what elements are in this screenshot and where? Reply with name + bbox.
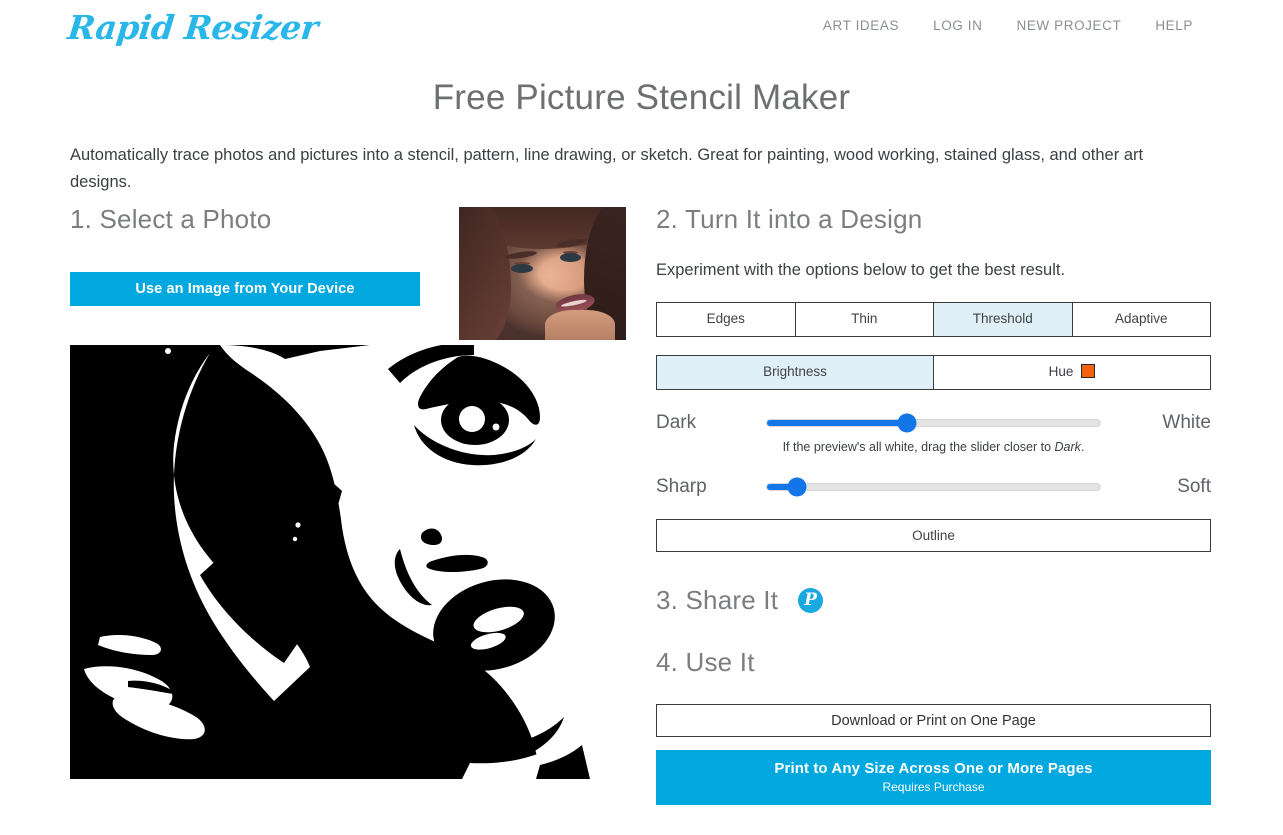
page-root: Rapid Resizer ART IDEAS LOG IN NEW PROJE… <box>0 0 1283 835</box>
thumbnail-neck <box>545 310 615 340</box>
tab-hue[interactable]: Hue <box>934 356 1210 389</box>
brightness-slider-thumb[interactable] <box>897 413 917 433</box>
step4-heading: 4. Use It <box>656 647 755 677</box>
step3-heading: 3. Share It <box>656 585 779 615</box>
brightness-slider-left-label: Dark <box>656 412 697 433</box>
sharpness-slider-thumb[interactable] <box>787 477 807 497</box>
design-mode-tabs: Edges Thin Threshold Adaptive <box>656 302 1211 337</box>
site-logo[interactable]: Rapid Resizer <box>66 8 320 47</box>
step2-column: 2. Turn It into a Design Experiment with… <box>656 203 1211 805</box>
step2-heading: 2. Turn It into a Design <box>656 204 923 234</box>
brightness-hint-before: If the preview's all white, drag the sli… <box>782 440 1055 454</box>
sharpness-slider-right-label: Soft <box>1177 476 1211 497</box>
tab-threshold[interactable]: Threshold <box>934 303 1073 336</box>
step2-note: Experiment with the options below to get… <box>656 261 1066 279</box>
stencil-preview-image <box>70 345 627 779</box>
thumbnail-eye-left <box>511 264 533 273</box>
sharpness-slider-left-label: Sharp <box>656 476 707 497</box>
hue-color-swatch-icon[interactable] <box>1081 364 1096 378</box>
brightness-slider[interactable] <box>766 413 1101 433</box>
outline-button[interactable]: Outline <box>656 519 1211 552</box>
thumbnail-eye-right <box>560 253 581 262</box>
main-navigation: ART IDEAS LOG IN NEW PROJECT HELP <box>806 18 1193 33</box>
tab-hue-label: Hue <box>1048 364 1074 379</box>
nav-item-art-ideas[interactable]: ART IDEAS <box>806 18 916 33</box>
brightness-slider-hint: If the preview's all white, drag the sli… <box>656 440 1211 454</box>
brightness-hint-emphasis: Dark <box>1054 440 1081 454</box>
sharpness-slider[interactable] <box>766 477 1101 497</box>
page-title: Free Picture Stencil Maker <box>432 78 851 117</box>
nav-item-new-project[interactable]: NEW PROJECT <box>999 18 1138 33</box>
print-any-size-sublabel: Requires Purchase <box>882 780 985 794</box>
use-image-from-device-button[interactable]: Use an Image from Your Device <box>70 272 420 306</box>
nav-item-log-in[interactable]: LOG IN <box>916 18 999 33</box>
nav-item-help[interactable]: HELP <box>1138 18 1193 33</box>
step3-row: 3. Share It P <box>656 584 1211 616</box>
pinterest-icon[interactable]: P <box>798 587 824 613</box>
download-or-print-one-page-button[interactable]: Download or Print on One Page <box>656 704 1211 737</box>
tab-edges[interactable]: Edges <box>657 303 796 336</box>
brightness-slider-row: Dark White <box>656 412 1211 434</box>
site-header: Rapid Resizer ART IDEAS LOG IN NEW PROJE… <box>0 0 1283 62</box>
channel-tabs: Brightness Hue <box>656 355 1211 390</box>
sharpness-slider-row: Sharp Soft <box>656 476 1211 498</box>
brightness-slider-right-label: White <box>1162 412 1211 433</box>
page-description: Automatically trace photos and pictures … <box>70 146 1144 191</box>
source-photo-thumbnail[interactable] <box>459 207 626 340</box>
print-any-size-label: Print to Any Size Across One or More Pag… <box>774 760 1093 777</box>
print-any-size-button[interactable]: Print to Any Size Across One or More Pag… <box>656 750 1211 805</box>
stencil-preview[interactable] <box>70 345 627 779</box>
tab-brightness[interactable]: Brightness <box>657 356 934 389</box>
brightness-slider-fill <box>767 420 907 426</box>
brightness-hint-after: . <box>1080 440 1085 454</box>
tab-thin[interactable]: Thin <box>795 303 934 336</box>
tab-adaptive[interactable]: Adaptive <box>1072 303 1210 336</box>
